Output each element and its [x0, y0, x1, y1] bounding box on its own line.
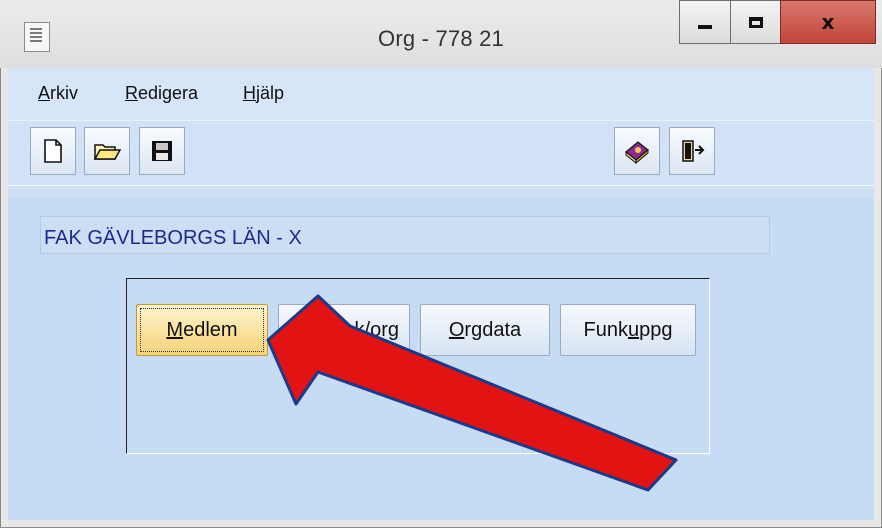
application-window: Org - 778 21 x Arkiv Redigera Hjälp FAK …	[0, 0, 882, 528]
help-button[interactable]	[614, 127, 660, 175]
open-button[interactable]	[84, 127, 130, 175]
exit-button[interactable]	[669, 127, 715, 175]
new-button[interactable]	[30, 127, 76, 175]
orgdata-label: Orgdata	[448, 318, 522, 341]
funkuppg-button[interactable]: Funkuppg	[560, 304, 696, 356]
content-area: FAK GÄVLEBORGS LÄN - X Medlem k/org Orgd…	[8, 198, 874, 520]
maximize-icon	[748, 16, 763, 28]
minimize-button[interactable]	[679, 0, 731, 44]
menu-arkiv[interactable]: Arkiv	[38, 83, 78, 104]
lokorg-label: k/org	[354, 318, 399, 341]
open-folder-icon	[93, 144, 121, 160]
help-book-icon	[625, 141, 649, 164]
organization-name: FAK GÄVLEBORGS LÄN - X	[40, 216, 770, 254]
client-area: Arkiv Redigera Hjälp FAK GÄVLEBORGS LÄN …	[8, 68, 874, 520]
save-icon	[152, 141, 172, 161]
menu-redigera[interactable]: Redigera	[125, 83, 198, 104]
toolbar	[8, 120, 874, 186]
medlem-label: Medlem	[166, 318, 238, 341]
new-document-icon	[44, 139, 62, 163]
close-button[interactable]: x	[780, 0, 876, 44]
maximize-button[interactable]	[730, 0, 781, 44]
menu-bar: Arkiv Redigera Hjälp	[8, 68, 874, 120]
save-button[interactable]	[139, 127, 185, 175]
funkuppg-label: Funkuppg	[583, 318, 673, 341]
title-bar[interactable]: Org - 778 21 x	[0, 0, 882, 68]
close-icon: x	[821, 10, 835, 34]
lokorg-button[interactable]: k/org	[278, 304, 410, 356]
minimize-icon	[698, 25, 712, 29]
menu-hjalp[interactable]: Hjälp	[243, 83, 284, 104]
exit-door-icon	[682, 140, 705, 162]
orgdata-button[interactable]: Orgdata	[420, 304, 550, 356]
medlem-button[interactable]: Medlem	[136, 304, 268, 356]
